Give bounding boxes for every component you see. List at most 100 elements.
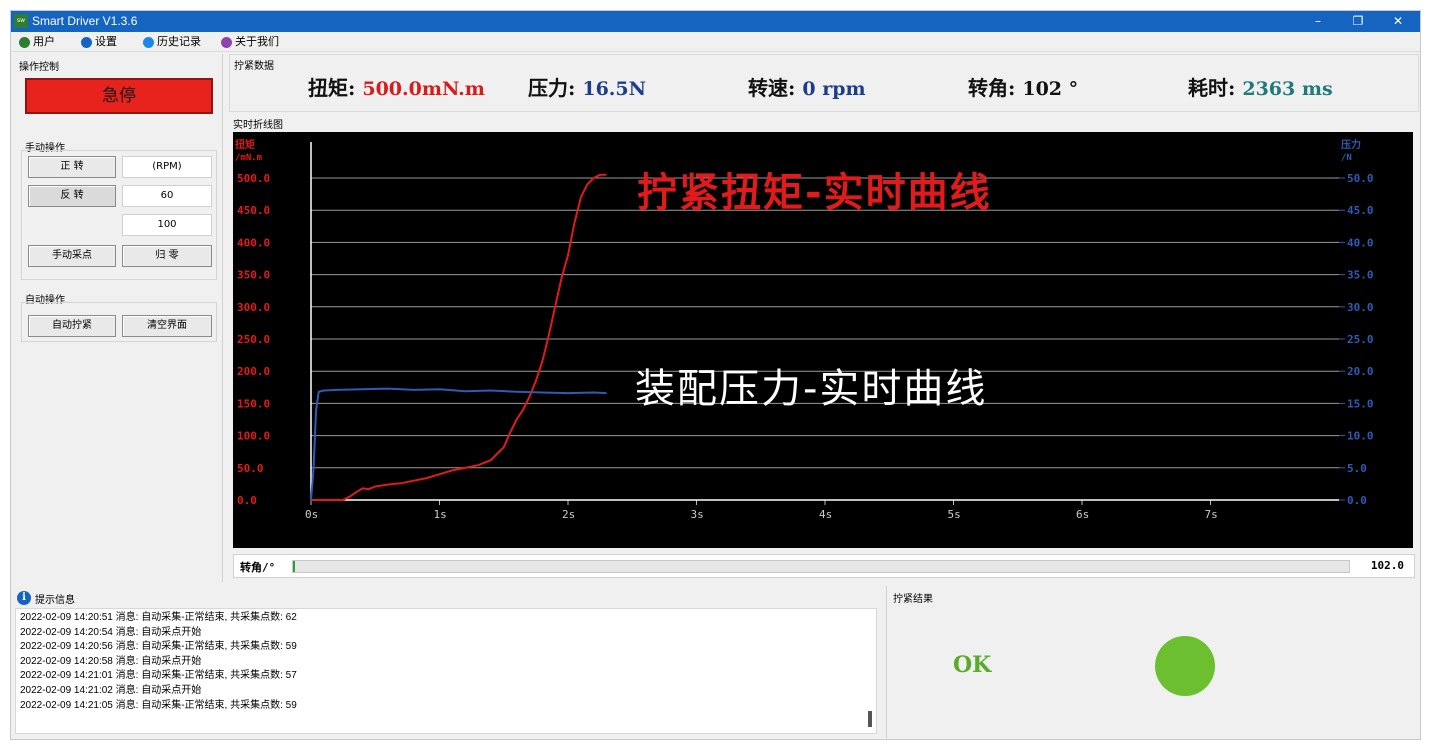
right-tick-label: 35.0 — [1347, 269, 1374, 282]
right-tick-label: 20.0 — [1347, 365, 1374, 378]
angle-reading: 转角: 102 ° — [968, 71, 1078, 106]
angle-value: 102 ° — [1022, 78, 1079, 100]
left-tick-label: 500.0 — [237, 172, 270, 185]
message-list[interactable]: 2022-02-09 14:20:51 消息: 自动采集-正常结束, 共采集点数… — [15, 608, 877, 734]
list-item: 2022-02-09 14:20:56 消息: 自动采集-正常结束, 共采集点数… — [20, 641, 297, 653]
list-item: 2022-02-09 14:20:54 消息: 自动采点开始 — [20, 626, 202, 638]
manual-sample-button[interactable]: 手动采点 — [28, 245, 116, 267]
x-tick-label: 7s — [1205, 508, 1218, 521]
torque-value: 500.0mN.m — [362, 78, 485, 100]
app-logo-icon: sw — [14, 14, 28, 28]
maximize-button[interactable]: ❐ — [1338, 11, 1378, 32]
readings-title: 拧紧数据 — [234, 61, 274, 72]
speed-label: 转速: — [748, 76, 796, 100]
left-tick-label: 450.0 — [237, 204, 270, 217]
x-tick-label: 0s — [305, 508, 318, 521]
left-tick-label: 250.0 — [237, 333, 270, 346]
tightening-data-panel: 拧紧数据 扭矩: 500.0mN.m 压力: 16.5N 转速: 0 rpm 转… — [229, 54, 1419, 112]
right-axis-title: 压力 — [1341, 138, 1361, 151]
x-tick-label: 2s — [562, 508, 575, 521]
x-tick-label: 1s — [434, 508, 447, 521]
info-icon: i — [17, 591, 31, 605]
angle-bar-value: 102.0 — [1370, 559, 1404, 572]
pressure-reading: 压力: 16.5N — [528, 71, 646, 106]
list-item: 2022-02-09 14:21:01 消息: 自动采集-正常结束, 共采集点数… — [20, 670, 297, 682]
message-title: 提示信息 — [35, 594, 75, 606]
right-tick-label: 25.0 — [1347, 333, 1374, 346]
time-reading: 耗时: 2363 ms — [1188, 71, 1333, 106]
pressure-value: 16.5N — [582, 78, 647, 100]
window-title: Smart Driver V1.3.6 — [32, 14, 138, 28]
list-item: 2022-02-09 14:20:51 消息: 自动采集-正常结束, 共采集点数… — [20, 612, 297, 623]
left-tick-label: 350.0 — [237, 269, 270, 282]
left-axis-unit: /mN.m — [235, 153, 263, 163]
angle-progress-track — [292, 560, 1350, 573]
torque-curve-annotation: 拧紧扭矩-实时曲线 — [637, 170, 992, 216]
speed-input-b[interactable]: 100 — [122, 214, 212, 236]
message-scrollbar[interactable] — [868, 711, 872, 727]
torque-line — [311, 173, 607, 501]
readings-row: 扭矩: 500.0mN.m 压力: 16.5N 转速: 0 rpm 转角: 10… — [230, 71, 1418, 105]
right-tick-label: 45.0 — [1347, 204, 1374, 217]
left-tick-label: 50.0 — [237, 462, 264, 475]
menu-about[interactable]: 关于我们 — [221, 35, 279, 49]
left-tick-label: 150.0 — [237, 397, 270, 410]
menu-user[interactable]: 用户 — [19, 35, 55, 49]
menu-bar: 用户 设置 历史记录 关于我们 — [11, 32, 1420, 52]
result-status-text: OK — [953, 652, 992, 678]
history-icon — [143, 36, 154, 48]
emergency-stop-button[interactable]: 急停 — [25, 78, 213, 114]
pressure-label: 压力: — [528, 76, 576, 100]
x-tick-label: 4s — [819, 508, 832, 521]
time-value: 2363 ms — [1242, 78, 1333, 100]
x-tick-label: 3s — [691, 508, 704, 521]
about-icon — [221, 36, 232, 48]
chart-title: 实时折线图 — [233, 120, 283, 131]
right-tick-label: 5.0 — [1347, 462, 1367, 475]
left-tick-label: 400.0 — [237, 236, 270, 249]
x-tick-label: 5s — [948, 508, 961, 521]
user-icon — [19, 36, 30, 48]
result-indicator-lamp — [1155, 636, 1215, 696]
menu-settings[interactable]: 设置 — [81, 35, 117, 49]
torque-reading: 扭矩: 500.0mN.m — [308, 71, 485, 106]
left-tick-label: 100.0 — [237, 430, 270, 443]
right-tick-label: 10.0 — [1347, 430, 1374, 443]
manual-group: 正 转 (RPM) 反 转 60 100 手动采点 归 零 — [21, 150, 217, 280]
title-bar[interactable]: sw Smart Driver V1.3.6 – ❐ ✕ — [11, 11, 1420, 32]
control-panel: 操作控制 急停 手动操作 正 转 (RPM) 反 转 60 100 手动采点 归… — [13, 54, 223, 582]
list-item: 2022-02-09 14:20:58 消息: 自动采点开始 — [20, 655, 202, 667]
message-header: i 提示信息 — [17, 590, 75, 606]
menu-about-label: 关于我们 — [235, 35, 279, 48]
left-tick-label: 200.0 — [237, 365, 270, 378]
x-tick-label: 6s — [1076, 508, 1089, 521]
auto-tighten-button[interactable]: 自动拧紧 — [28, 315, 116, 337]
angle-bar-label: 转角/° — [240, 561, 276, 574]
time-label: 耗时: — [1188, 76, 1236, 100]
speed-reading: 转速: 0 rpm — [748, 71, 866, 106]
auto-group: 自动拧紧 清空界面 — [21, 302, 217, 342]
right-tick-label: 40.0 — [1347, 236, 1374, 249]
forward-button[interactable]: 正 转 — [28, 156, 116, 178]
zero-button[interactable]: 归 零 — [122, 245, 212, 267]
menu-history[interactable]: 历史记录 — [143, 35, 201, 49]
clear-screen-button[interactable]: 清空界面 — [122, 315, 212, 337]
torque-label: 扭矩: — [308, 76, 356, 100]
speed-input-a[interactable]: 60 — [122, 185, 212, 207]
result-title: 拧紧结果 — [893, 594, 933, 605]
right-tick-label: 50.0 — [1347, 172, 1374, 185]
minimize-button[interactable]: – — [1298, 11, 1338, 32]
pressure-curve-annotation: 装配压力-实时曲线 — [635, 366, 987, 412]
right-tick-label: 15.0 — [1347, 397, 1374, 410]
list-item: 2022-02-09 14:21:05 消息: 自动采集-正常结束, 共采集点数… — [20, 699, 297, 711]
angle-label: 转角: — [968, 76, 1016, 100]
close-button[interactable]: ✕ — [1378, 11, 1418, 32]
right-tick-label: 0.0 — [1347, 494, 1367, 507]
rpm-unit-label: (RPM) — [122, 156, 212, 178]
menu-history-label: 历史记录 — [157, 35, 201, 48]
angle-progress-row: 转角/° 102.0 — [233, 554, 1415, 578]
chart-svg: 0.0 0.0 50.0 5.0 100.0 10.0 150.0 15.0 200.0 20.0… — [235, 138, 1374, 521]
left-tick-label: 0.0 — [237, 494, 257, 507]
reverse-button[interactable]: 反 转 — [28, 185, 116, 207]
realtime-chart: 0.0 0.0 50.0 5.0 100.0 10.0 150.0 15.0 200.0 20.0… — [233, 132, 1413, 548]
